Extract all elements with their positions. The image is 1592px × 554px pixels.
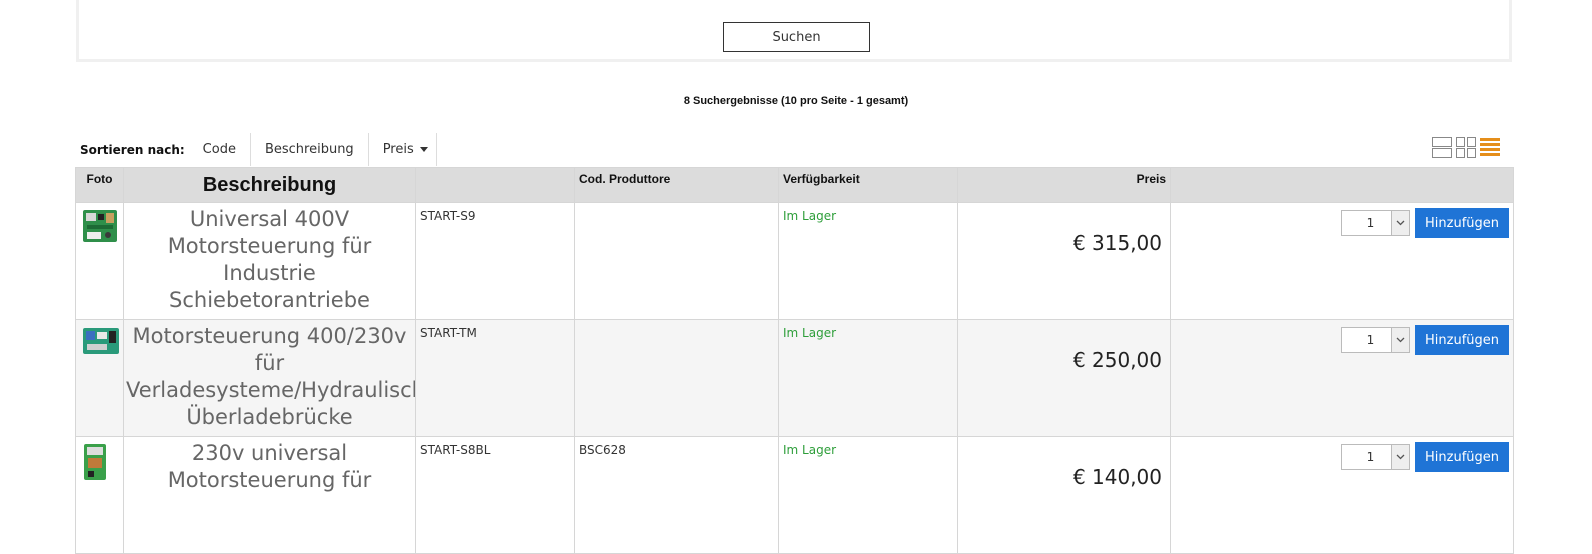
header-availability: Verfügbarkeit [778,167,958,203]
product-code: START-S8BL [415,436,575,554]
product-photo-cell [75,202,124,320]
table-row: 230v universal Motorsteuerung für START-… [75,436,1514,554]
producer-code: BSC628 [574,436,779,554]
producer-code [574,319,779,437]
chevron-down-icon [1391,328,1409,352]
product-description[interactable]: 230v universal Motorsteuerung für [123,436,416,554]
add-to-cart-button[interactable]: Hinzufügen [1415,325,1509,355]
chevron-down-icon [1391,211,1409,235]
header-actions [1170,167,1514,203]
availability-status: Im Lager [778,319,958,437]
search-button[interactable]: Suchen [723,22,870,52]
table-row: Motorsteuerung 400/230v für Verladesyste… [75,319,1514,437]
view-switch [1432,137,1500,158]
chevron-down-icon [1391,445,1409,469]
header-foto: Foto [75,167,124,203]
caret-down-icon [419,147,428,152]
sort-option-description[interactable]: Beschreibung [249,133,368,166]
quantity-select[interactable]: 1 [1341,327,1410,353]
add-to-cart-button[interactable]: Hinzufügen [1415,208,1509,238]
product-price: € 140,00 [957,436,1171,554]
product-code: START-S9 [415,202,575,320]
actions-cell: 1 Hinzufügen [1170,319,1514,437]
header-price: Preis [957,167,1171,203]
product-photo-cell [75,436,124,554]
sort-option-code[interactable]: Code [189,133,250,166]
list-rows-icon[interactable] [1432,137,1452,158]
search-panel: Suchen [76,0,1512,62]
product-price: € 250,00 [957,319,1171,437]
table-row: Universal 400V Motorsteuerung für Indust… [75,202,1514,320]
product-photo[interactable] [82,326,120,356]
sort-option-price-label: Preis [382,142,414,157]
header-description: Beschreibung [123,167,416,203]
header-code [415,167,575,203]
quantity-select[interactable]: 1 [1341,444,1410,470]
producer-code [574,202,779,320]
product-price: € 315,00 [957,202,1171,320]
availability-status: Im Lager [778,202,958,320]
product-description[interactable]: Motorsteuerung 400/230v für Verladesyste… [123,319,416,437]
sort-option-price[interactable]: Preis [367,133,437,166]
quantity-value: 1 [1366,450,1375,464]
quantity-select[interactable]: 1 [1341,210,1410,236]
product-photo[interactable] [82,209,118,243]
quantity-value: 1 [1366,216,1375,230]
add-to-cart-button[interactable]: Hinzufügen [1415,442,1509,472]
results-table: Foto Beschreibung Cod. Produttore Verfüg… [75,167,1514,554]
compact-list-icon[interactable] [1480,137,1500,158]
product-code: START-TM [415,319,575,437]
product-photo[interactable] [82,443,108,481]
grid-icon[interactable] [1456,137,1476,158]
availability-status: Im Lager [778,436,958,554]
results-summary: 8 Suchergebnisse (10 pro Seite - 1 gesam… [683,95,909,107]
sort-bar: Sortieren nach: Code Beschreibung Preis [76,133,437,166]
product-photo-cell [75,319,124,437]
product-description[interactable]: Universal 400V Motorsteuerung für Indust… [123,202,416,320]
table-header-row: Foto Beschreibung Cod. Produttore Verfüg… [75,167,1514,203]
actions-cell: 1 Hinzufügen [1170,436,1514,554]
sort-label: Sortieren nach: [80,142,185,157]
actions-cell: 1 Hinzufügen [1170,202,1514,320]
header-producer-code: Cod. Produttore [574,167,779,203]
quantity-value: 1 [1366,333,1375,347]
